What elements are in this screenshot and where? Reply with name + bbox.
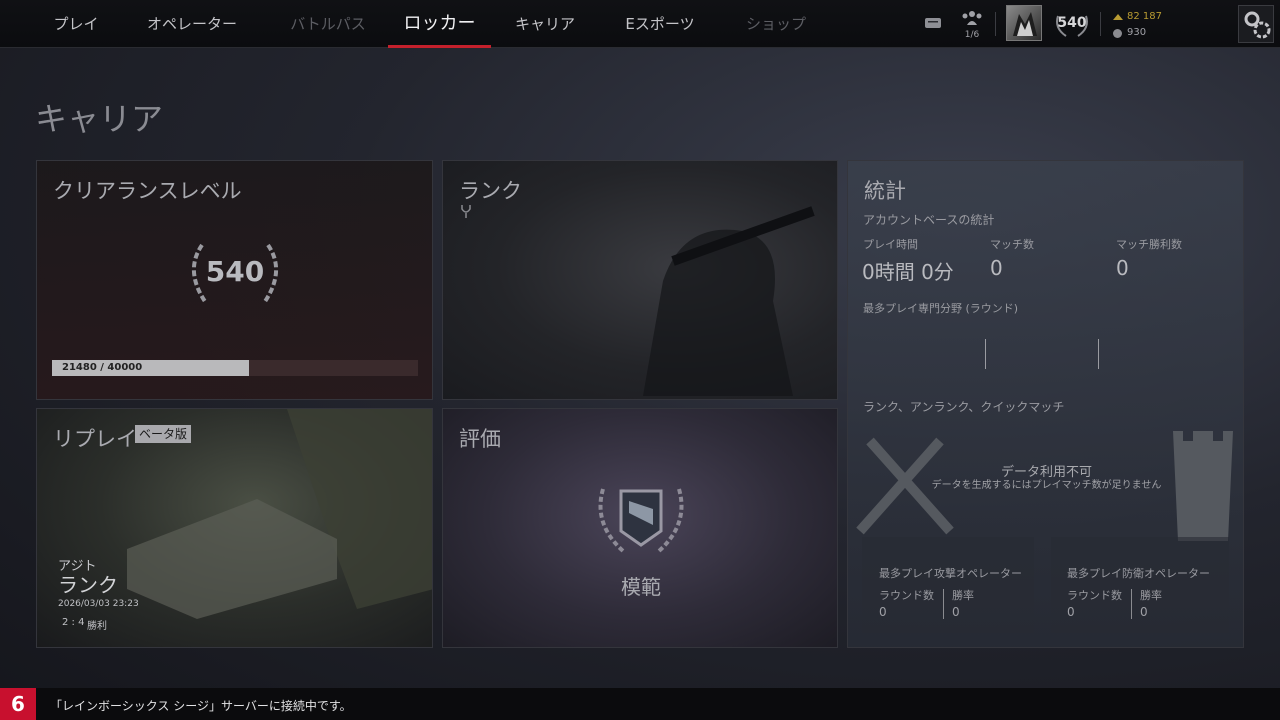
clearance-level-panel[interactable]: クリアランスレベル 540 21480 / 40000 <box>36 160 433 400</box>
rank-panel[interactable]: ランク <box>442 160 838 400</box>
main-nav: プレイ オペレーター バトルパス ロッカー キャリア Eスポーツ ショップ <box>36 0 831 48</box>
attack-winrate-value: 0 <box>952 605 960 619</box>
stats-title: 統計 <box>864 179 906 203</box>
hud-divider <box>995 12 996 36</box>
nav-tab-esports[interactable]: Eスポーツ <box>599 0 721 48</box>
hud-divider <box>1100 12 1101 36</box>
play-time-value: 0時間 0分 <box>862 260 954 284</box>
defense-rounds-value: 0 <box>1067 605 1075 619</box>
nav-tab-locker[interactable]: ロッカー <box>388 0 491 48</box>
matches-value: 0 <box>990 256 1003 280</box>
matches-label: マッチ数 <box>990 238 1034 251</box>
settings-button[interactable] <box>1238 5 1274 43</box>
status-bar: 6 「レインボーシックス シージ」サーバーに接続中です。 <box>0 688 1280 720</box>
defense-op-title: 最多プレイ防衛オペレーター <box>1067 567 1210 580</box>
specialty-divider <box>1098 339 1099 369</box>
evaluation-title: 評価 <box>459 427 501 451</box>
wins-label: マッチ勝利数 <box>1116 238 1182 251</box>
clearance-title: クリアランスレベル <box>53 179 242 203</box>
status-message: 「レインボーシックス シージ」サーバーに接続中です。 <box>50 699 352 713</box>
stat-divider <box>1131 589 1132 619</box>
avatar[interactable] <box>1006 5 1042 41</box>
credits-amount: 930 <box>1127 27 1147 38</box>
modes-label: ランク、アンランク、クイックマッチ <box>863 400 1065 414</box>
nav-tab-battlepass[interactable]: バトルパス <box>268 0 388 48</box>
specialty-label: 最多プレイ専門分野 (ラウンド) <box>863 302 1019 315</box>
attack-winrate-label: 勝率 <box>952 589 974 602</box>
xp-progress-text: 21480 / 40000 <box>62 362 143 373</box>
evaluation-panel[interactable]: 評価 模範 <box>442 408 838 648</box>
replay-datetime: 2026/03/03 23:23 <box>58 599 139 609</box>
gear-icon <box>1244 11 1271 39</box>
top-navigation-bar: プレイ オペレーター バトルパス ロッカー キャリア Eスポーツ ショップ 1/… <box>0 0 1280 48</box>
xp-progress-bar: 21480 / 40000 <box>52 360 418 376</box>
rank-link-icon <box>461 205 471 218</box>
defense-winrate-label: 勝率 <box>1140 589 1162 602</box>
replay-mode: ランク <box>58 573 118 597</box>
rank-title: ランク <box>459 179 522 203</box>
squad-count: 1/6 <box>964 30 980 40</box>
credits-icon <box>1113 29 1122 38</box>
clearance-level-value: 540 <box>205 255 265 288</box>
nav-tab-career[interactable]: キャリア <box>491 0 599 48</box>
nav-tab-operators[interactable]: オペレーター <box>116 0 268 48</box>
beta-badge: ベータ版 <box>135 425 192 443</box>
evaluation-grade: 模範 <box>621 575 661 599</box>
chat-icon[interactable] <box>924 16 942 30</box>
wins-value: 0 <box>1116 256 1129 280</box>
specialty-divider <box>985 339 986 369</box>
attack-operator-card[interactable]: 最多プレイ攻撃オペレーター ラウンド数 0 勝率 0 <box>862 537 1034 633</box>
stat-divider <box>943 589 944 619</box>
attack-rounds-label: ラウンド数 <box>879 589 934 602</box>
operator-silhouette-image <box>643 206 815 396</box>
renown-amount: 82 187 <box>1127 11 1162 22</box>
replay-score: 2 : 4 <box>62 617 85 628</box>
attack-op-title: 最多プレイ攻撃オペレーター <box>879 567 1022 580</box>
defense-rounds-label: ラウンド数 <box>1067 589 1122 602</box>
attack-rounds-value: 0 <box>879 605 887 619</box>
nav-tab-shop[interactable]: ショップ <box>721 0 831 48</box>
stats-panel[interactable]: 統計 アカウントベースの統計 プレイ時間 0時間 0分 マッチ数 0 マッチ勝利… <box>847 160 1244 648</box>
play-time-label: プレイ時間 <box>863 238 918 251</box>
replay-result: 勝利 <box>87 621 107 632</box>
nav-tab-play[interactable]: プレイ <box>36 0 116 48</box>
defense-winrate-value: 0 <box>1140 605 1148 619</box>
squad-icon[interactable] <box>961 9 983 27</box>
status-number-badge: 6 <box>0 688 36 720</box>
commendation-emblem-icon <box>598 488 684 553</box>
renown-icon <box>1113 14 1123 20</box>
stats-subtitle: アカウントベースの統計 <box>863 213 995 227</box>
player-level[interactable]: 540 <box>1052 8 1092 40</box>
replay-title: リプレイ <box>53 427 137 451</box>
no-data-description: データを生成するにはプレイマッチ数が足りません <box>931 480 1162 491</box>
level-value: 540 <box>1057 15 1087 31</box>
replay-panel[interactable]: リプレイ ベータ版 アジト ランク 2026/03/03 23:23 2 : 4… <box>36 408 433 648</box>
page-title: キャリア <box>35 100 164 138</box>
defense-operator-card[interactable]: 最多プレイ防衛オペレーター ラウンド数 0 勝率 0 <box>1051 537 1229 633</box>
avatar-emblem-icon <box>1013 12 1037 36</box>
